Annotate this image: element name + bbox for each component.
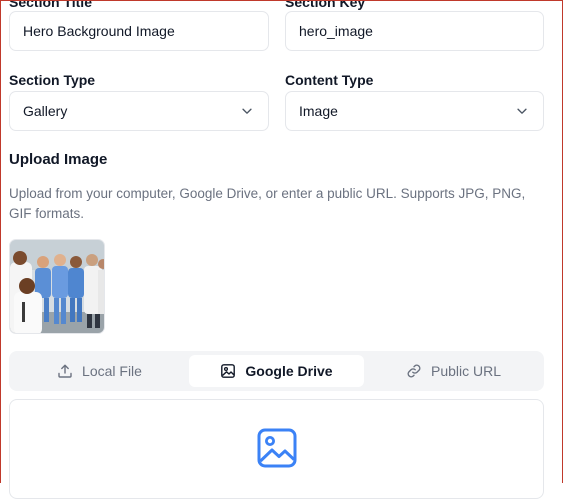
section-key-label: Section Key	[285, 0, 366, 10]
image-preview-graphic	[10, 240, 104, 333]
upload-source-tabs: Local File Google Drive Public URL	[9, 351, 544, 391]
image-icon	[221, 364, 236, 378]
upload-helper-text: Upload from your computer, Google Drive,…	[9, 186, 526, 221]
content-type-value: Image	[299, 103, 338, 119]
section-title-value: Hero Background Image	[23, 23, 175, 39]
section-type-select[interactable]: Gallery	[9, 91, 269, 131]
content-type-label: Content Type	[285, 72, 374, 88]
tab-google-drive[interactable]: Google Drive	[189, 355, 364, 387]
uploaded-image-preview[interactable]	[9, 239, 105, 334]
content-type-select[interactable]: Image	[285, 91, 544, 131]
section-title-label: Section Title	[9, 0, 92, 10]
link-icon	[407, 364, 421, 378]
tab-public-url[interactable]: Public URL	[367, 355, 540, 387]
upload-image-heading: Upload Image	[9, 151, 108, 168]
section-key-input[interactable]: hero_image	[285, 11, 544, 51]
chevron-down-icon	[517, 108, 527, 114]
section-title-input[interactable]: Hero Background Image	[9, 11, 269, 51]
upload-icon	[58, 364, 72, 378]
section-key-value: hero_image	[299, 23, 373, 39]
tab-label: Public URL	[430, 363, 502, 379]
tab-local-file[interactable]: Local File	[13, 355, 186, 387]
tab-label: Local File	[82, 363, 142, 379]
image-icon	[257, 428, 297, 468]
section-type-label: Section Type	[9, 72, 96, 88]
chevron-down-icon	[242, 108, 252, 114]
section-type-value: Gallery	[23, 103, 68, 119]
tab-label: Google Drive	[245, 363, 333, 379]
